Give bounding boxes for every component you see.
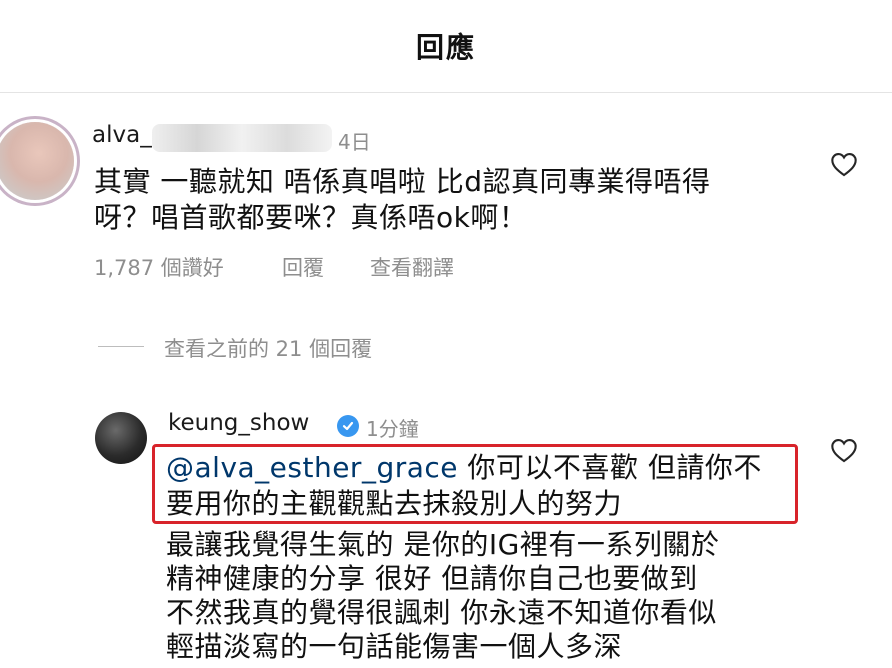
comment-time: 4日 xyxy=(338,130,371,154)
avatar[interactable] xyxy=(95,412,147,464)
mention-link[interactable]: @alva_esther_grace xyxy=(166,451,458,484)
username-blur xyxy=(152,124,332,152)
comment-text: 其實 一聽就知 唔係真唱啦 比d認真同專業得唔得 呀？唱首歌都要咪？真係唔ok啊… xyxy=(94,165,711,234)
translate-link[interactable]: 查看翻譯 xyxy=(370,252,454,282)
reply-link[interactable]: 回覆 xyxy=(282,252,324,282)
reply-text: 最讓我覺得生氣的 是你的IG裡有一系列關於 精神健康的分享 很好 但請你自己也要… xyxy=(166,528,720,663)
verified-badge-icon xyxy=(337,415,359,437)
highlighted-reply-text: @alva_esther_grace 你可以不喜歡 但請你不 要用你的主觀觀點去… xyxy=(166,450,762,522)
like-count[interactable]: 1,787 個讚好 xyxy=(94,252,224,282)
reply-time: 1分鐘 xyxy=(366,417,419,441)
view-previous-replies[interactable]: 查看之前的 21 個回覆 xyxy=(164,333,372,363)
reply-username[interactable]: keung_show xyxy=(168,410,309,436)
avatar[interactable] xyxy=(0,122,74,200)
header: 回應 xyxy=(0,0,892,93)
like-heart-icon[interactable] xyxy=(830,151,858,177)
page-title: 回應 xyxy=(415,31,476,64)
watermark-fade xyxy=(660,628,892,668)
replies-divider xyxy=(98,346,144,347)
comment-username[interactable]: alva_ xyxy=(92,122,152,148)
like-heart-icon[interactable] xyxy=(830,437,858,463)
